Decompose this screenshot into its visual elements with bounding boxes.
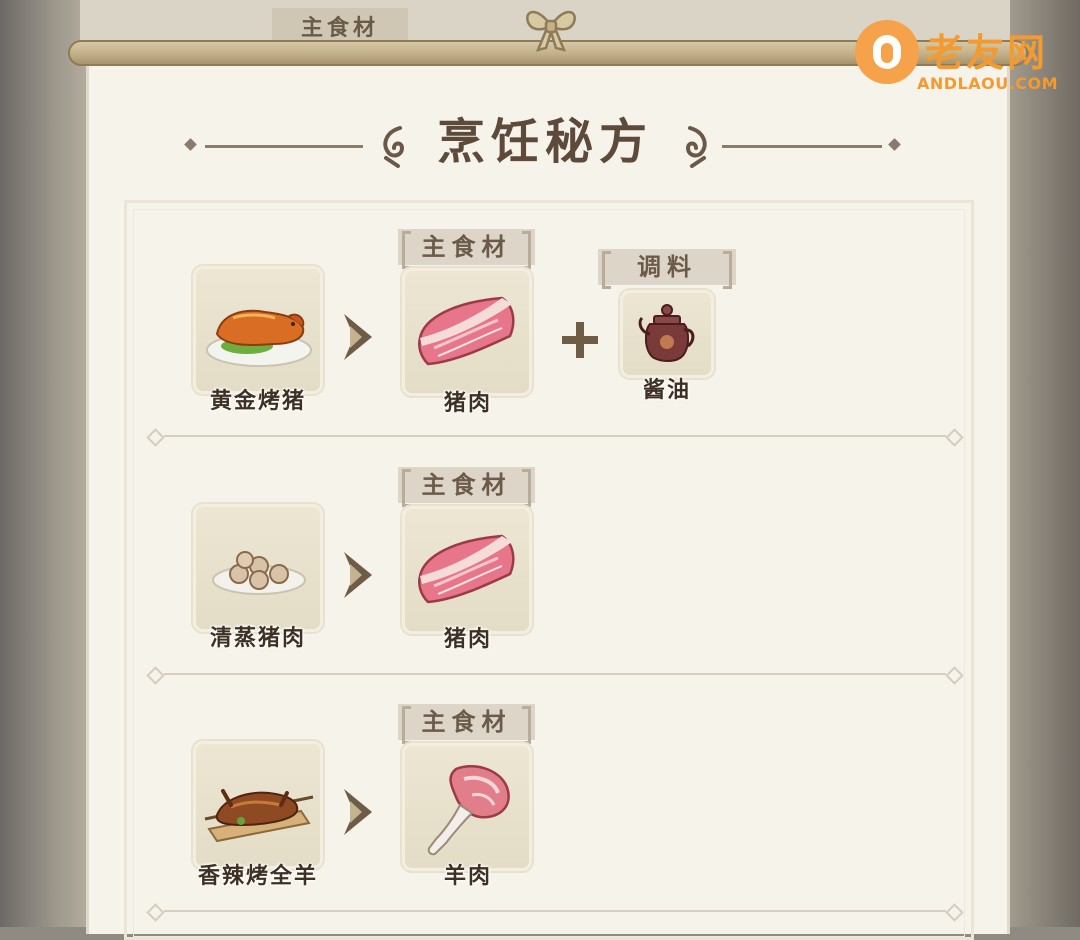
ornament-line	[205, 145, 363, 148]
dish-card[interactable]	[193, 266, 323, 394]
bow-knot-icon	[526, 10, 576, 52]
panel-title: 烹饪秘方	[436, 114, 653, 170]
ingredient-name: 羊肉	[443, 863, 492, 889]
seasoning-name: 酱油	[642, 377, 691, 403]
main-ingredient-tag: 主食材	[398, 704, 535, 744]
swirl-ornament-icon	[685, 126, 707, 168]
watermark-title: 老友网	[925, 30, 1049, 75]
steamed-pork-icon	[212, 551, 306, 595]
arrow-right-icon	[344, 552, 372, 598]
ingredient-card[interactable]	[402, 743, 532, 871]
plus-icon	[562, 322, 598, 358]
mutton-leg-icon	[427, 764, 510, 856]
dish-name: 香辣烤全羊	[197, 863, 318, 889]
seasoning-tag: 调料	[598, 249, 736, 289]
arrow-right-icon	[344, 789, 372, 835]
site-watermark: 老友网 ANDLAOU.COM	[855, 20, 1065, 95]
seasoning-card[interactable]	[620, 290, 714, 378]
ornament-dot	[888, 138, 901, 151]
dish-card[interactable]	[193, 741, 323, 869]
roast-pig-icon	[206, 309, 312, 367]
ornament-line	[722, 145, 882, 148]
ingredient-card[interactable]	[402, 506, 532, 634]
ornament-dot	[184, 138, 197, 151]
pork-icon	[418, 534, 515, 604]
dish-card[interactable]	[193, 504, 323, 632]
arrow-right-icon	[344, 314, 372, 360]
main-ingredient-tag: 主食材	[398, 467, 535, 507]
ingredient-card[interactable]	[402, 268, 532, 396]
row-divider	[146, 666, 964, 685]
row-divider	[146, 903, 964, 922]
main-ingredient-tag: 主食材	[398, 229, 535, 269]
watermark-url: ANDLAOU.COM	[917, 74, 1059, 93]
roast-lamb-icon	[204, 789, 314, 843]
background-tab-label: 主食材	[272, 8, 408, 44]
soy-sauce-pot-icon	[638, 304, 695, 362]
dish-name: 黄金烤猪	[209, 388, 306, 414]
ingredient-name: 猪肉	[443, 390, 492, 416]
ingredient-name: 猪肉	[443, 626, 492, 652]
dish-name: 清蒸猪肉	[209, 625, 306, 651]
swirl-ornament-icon	[383, 126, 405, 168]
panel-header: 烹饪秘方	[0, 98, 1080, 170]
pork-icon	[418, 296, 515, 366]
row-divider	[146, 428, 964, 447]
watermark-logo-icon	[855, 20, 919, 84]
